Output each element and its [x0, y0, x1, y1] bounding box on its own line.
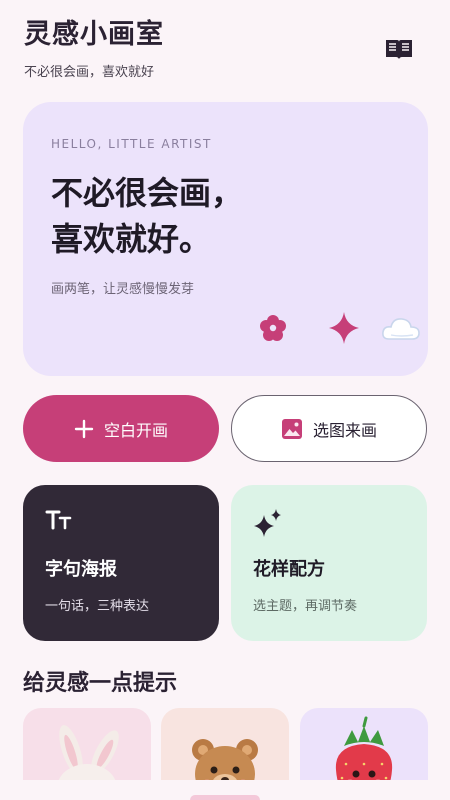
- cloud-icon: [382, 318, 420, 340]
- pick-image-button[interactable]: 选图来画: [231, 395, 427, 462]
- flower-icon: [260, 315, 286, 341]
- prompts-section-title: 给灵感一点提示: [23, 671, 178, 696]
- hero-decorations: [259, 310, 420, 350]
- book-open-icon: [386, 40, 412, 59]
- sparkle-icon: [329, 312, 359, 344]
- bottom-tab-indicator[interactable]: [190, 795, 260, 800]
- book-button[interactable]: [384, 36, 414, 62]
- feature-subtitle: 一句话，三种表达: [45, 599, 150, 614]
- feature-text-poster[interactable]: 字句海报 一句话，三种表达: [23, 485, 219, 641]
- pick-image-label: 选图来画: [312, 420, 377, 440]
- hero-subtitle: 画两笔，让灵感慢慢发芽: [51, 282, 195, 297]
- app-subtitle: 不必很会画，喜欢就好: [24, 65, 155, 80]
- feature-subtitle: 选主题，再调节奏: [253, 599, 358, 614]
- hero-headline-line2: 喜欢就好。: [51, 220, 212, 258]
- header: 灵感小画室 不必很会画，喜欢就好: [24, 12, 426, 82]
- feature-pattern-recipe[interactable]: 花样配方 选主题，再调节奏: [231, 485, 427, 641]
- blank-canvas-label: 空白开画: [103, 420, 168, 440]
- sparkles-icon: [254, 509, 281, 537]
- hero-headline-line1: 不必很会画，: [51, 174, 244, 212]
- hero-eyebrow: HELLO, LITTLE ARTIST: [51, 137, 212, 151]
- blank-canvas-button[interactable]: 空白开画: [23, 395, 219, 462]
- feature-title: 字句海报: [45, 559, 117, 580]
- plus-icon: [74, 419, 94, 438]
- hero-headline: 不必很会画， 喜欢就好。: [51, 170, 243, 262]
- hero-card: HELLO, LITTLE ARTIST 不必很会画， 喜欢就好。 画两笔，让灵…: [23, 102, 428, 376]
- feature-title: 花样配方: [253, 559, 325, 580]
- app-title: 灵感小画室: [24, 19, 164, 50]
- image-icon: [281, 418, 302, 439]
- app-screen: 灵感小画室 不必很会画，喜欢就好 HELLO, LITTLE ARTIST 不必…: [0, 0, 450, 800]
- text-size-icon: [45, 510, 72, 530]
